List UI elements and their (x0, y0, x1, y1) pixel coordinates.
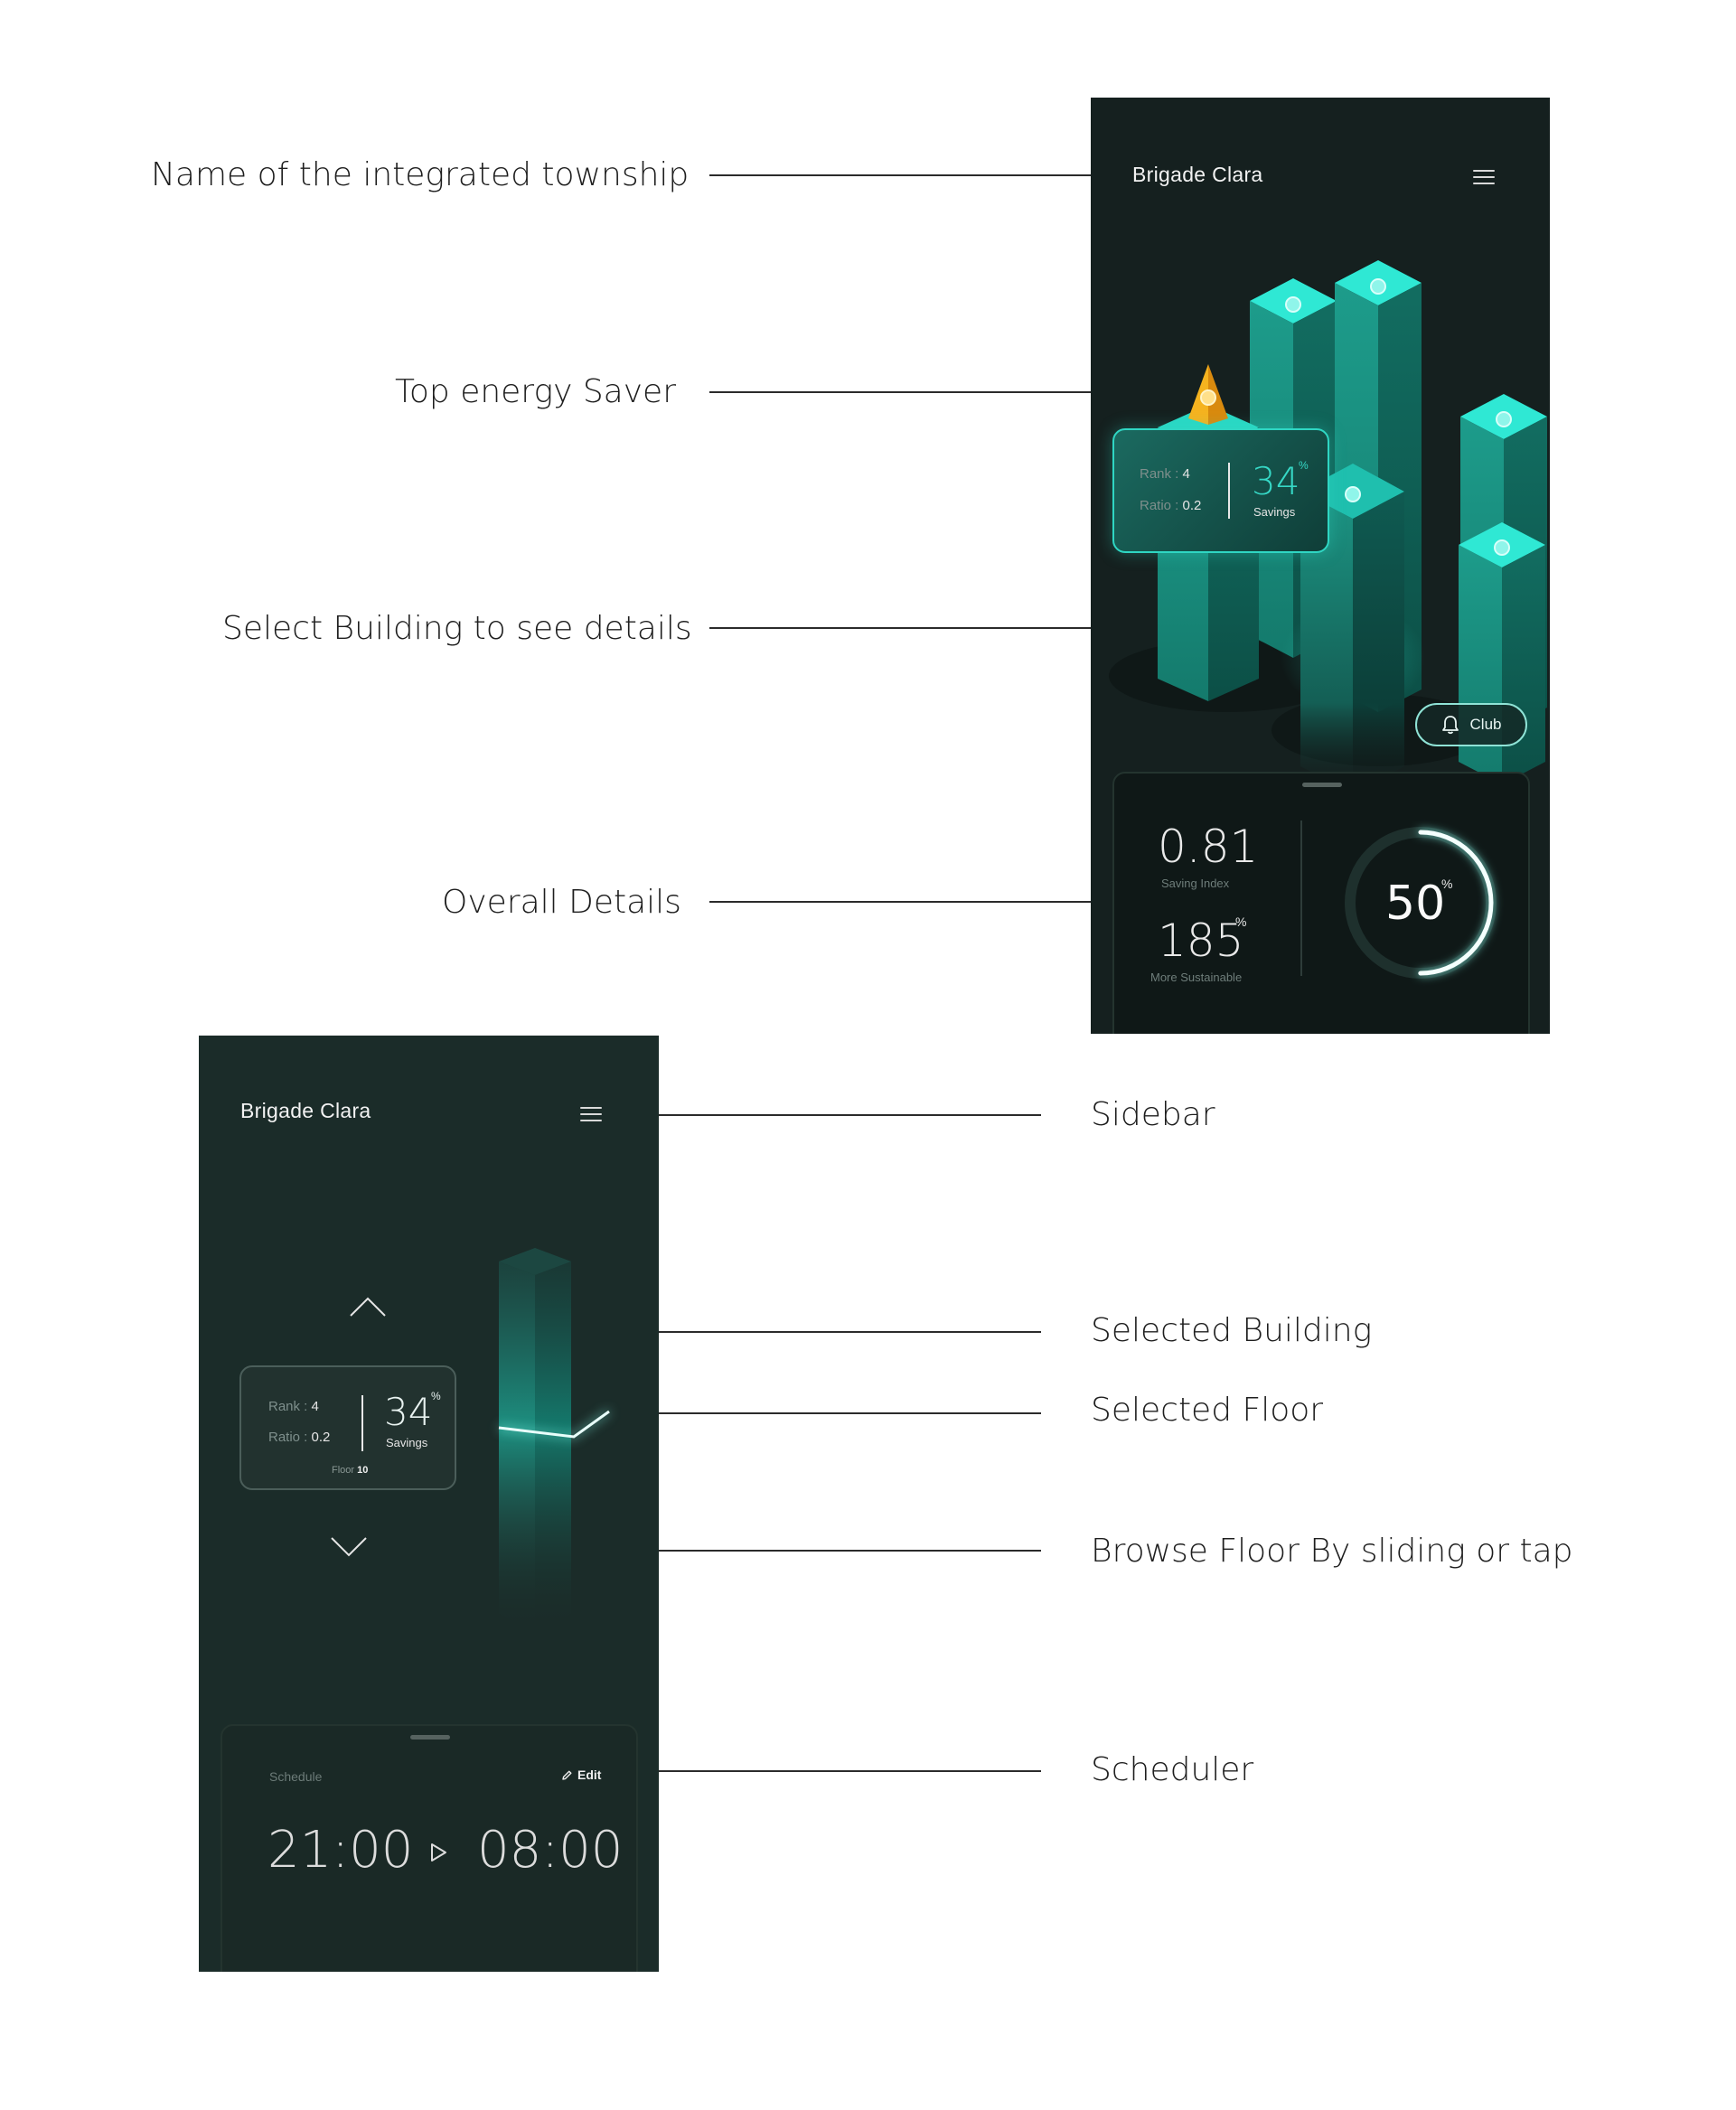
chevron-up-icon[interactable] (349, 1296, 387, 1318)
building-detail-screen: Brigade Clara Rank : 4 Ratio : 0.2 34 % … (199, 1036, 659, 1972)
annotation-scheduler: Scheduler (1091, 1751, 1254, 1788)
ring-unit: % (1441, 877, 1453, 891)
pencil-icon (562, 1770, 572, 1780)
annotation-selected-floor: Selected Floor (1091, 1392, 1324, 1429)
chevron-down-icon[interactable] (330, 1536, 368, 1558)
rank-text: Rank : 4 (1140, 466, 1190, 482)
savings-value: 34 (384, 1390, 433, 1434)
ratio-text: Ratio : 0.2 (268, 1430, 331, 1445)
panel-divider (1300, 821, 1302, 976)
annotation-line-sidebar (607, 1114, 1041, 1116)
savings-label: Savings (386, 1436, 428, 1449)
end-time[interactable]: 08:00 (477, 1825, 623, 1876)
ratio-text: Ratio : 0.2 (1140, 498, 1202, 513)
edit-label: Edit (577, 1768, 602, 1782)
top-saver-card[interactable]: Rank : 4 Ratio : 0.2 34 % Savings (1112, 428, 1329, 553)
rank-text: Rank : 4 (268, 1399, 319, 1414)
annotation-sidebar: Sidebar (1091, 1096, 1215, 1133)
scheduler-panel[interactable]: Schedule Edit 21:00 08:00 (221, 1724, 638, 1972)
sustainable-value: 185 (1158, 914, 1244, 967)
saving-index-value: 0.81 (1158, 821, 1259, 873)
overall-details-panel[interactable]: 0.81 Saving Index 185 % More Sustainable… (1112, 772, 1530, 1034)
annotation-line-scheduler (607, 1770, 1041, 1772)
annotation-selected-building: Selected Building (1091, 1312, 1373, 1349)
club-button[interactable]: Club (1415, 703, 1527, 746)
annotation-top-saver: Top energy Saver (395, 373, 676, 410)
ring-value: 50 (1385, 877, 1446, 931)
card-divider (1228, 463, 1230, 519)
club-label: Club (1469, 716, 1502, 733)
annotation-browse-floor: Browse Floor By sliding or tap (1091, 1533, 1573, 1570)
savings-unit: % (1299, 459, 1309, 472)
annotation-line-selected-floor (607, 1412, 1041, 1414)
annotation-township-name: Name of the integrated township (151, 156, 690, 193)
savings-value: 34 (1252, 459, 1300, 503)
card-divider (361, 1395, 363, 1451)
annotation-select-building: Select Building to see details (222, 610, 692, 647)
savings-label: Savings (1253, 505, 1296, 519)
annotation-line-overall (709, 901, 1143, 903)
panel-drag-handle[interactable] (1302, 783, 1342, 787)
play-arrow-icon (431, 1843, 446, 1861)
start-time[interactable]: 21:00 (267, 1825, 413, 1876)
floor-stat-card[interactable]: Rank : 4 Ratio : 0.2 34 % Savings Floor … (239, 1365, 456, 1490)
bell-icon (1441, 716, 1459, 735)
schedule-label: Schedule (269, 1769, 323, 1784)
sustainable-label: More Sustainable (1150, 971, 1243, 984)
floor-indicator: Floor 10 (332, 1465, 369, 1476)
edit-schedule-button[interactable]: Edit (561, 1768, 601, 1782)
sustainable-unit: % (1235, 914, 1247, 929)
annotation-overall-details: Overall Details (442, 884, 681, 921)
overview-screen: Brigade Clara Rank: 4 Ratio: 0.2 34 % … (1091, 98, 1550, 1034)
annotation-line-township (709, 174, 1112, 176)
panel-drag-handle[interactable] (410, 1735, 450, 1740)
saving-index-label: Saving Index (1161, 877, 1230, 890)
annotation-line-selected-building (607, 1331, 1041, 1333)
savings-unit: % (431, 1390, 441, 1402)
